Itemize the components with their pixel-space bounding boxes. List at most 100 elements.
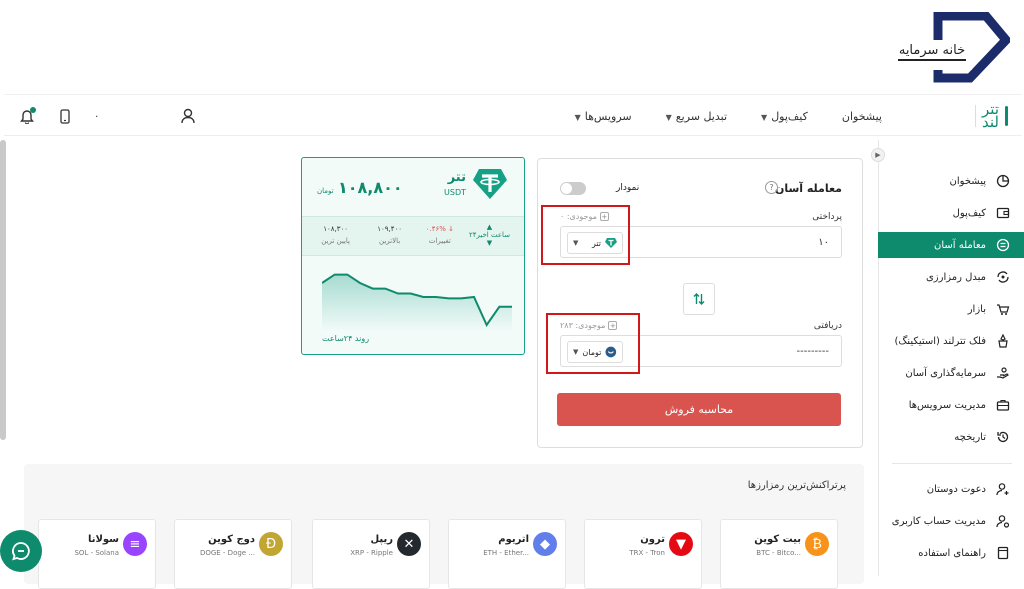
chart-toggle-switch[interactable] [560,182,586,195]
chat-icon [12,542,30,561]
calculate-sell-button[interactable]: محاسبه فروش [557,393,841,426]
usdt-price-card: تتر USDT ۱۰۸,۸۰۰ تومان ▲ ۲۴ساعت اخیر ▼ ۰… [301,157,525,355]
exchange-icon [996,238,1010,252]
coin-name: اتریوم [498,534,529,545]
count-badge: ۰ [94,110,100,122]
coin-logo-icon: ✕ [397,532,421,556]
coin-name: ریپل [370,534,393,545]
mobile-icon[interactable] [56,107,74,125]
low-stat: ۱۰۸,۳۰۰ پایین ترین [321,225,350,245]
converter-icon [997,271,1009,283]
coin-logo-icon: Ð [259,532,283,556]
sidebar-collapse-toggle[interactable]: ▶ [871,148,885,162]
chart-pie-icon [996,174,1010,188]
swap-button[interactable] [683,283,715,315]
high-value: ۱۰۹,۴۰۰ [377,225,402,233]
sidebar-item-staking[interactable]: فلک تترلند (استیکینگ) [878,328,1024,354]
book-icon [997,546,1009,560]
chart-toggle-label: نمودار [616,183,640,193]
nav-services[interactable]: سرویس‌ها▼ [575,110,632,123]
change-value: ۰.۴۶% [425,225,446,233]
top-navigation-bar: تتر لند پیشخوان کیف‌پول▼ تبدیل سریع▼ سرو… [4,94,1022,136]
brand-name-line2: لند [982,113,999,131]
user-settings-icon [996,515,1010,528]
sidebar-item-services[interactable]: مدیریت سرویس‌ها [878,392,1024,418]
coin-logo-icon: ≡ [123,532,147,556]
period-selector[interactable]: ▲ ۲۴ساعت اخیر ▼ [469,223,510,247]
sidebar-item-label: معامله آسان [934,239,986,251]
coin-symbol: ETH - Ether... [483,549,529,557]
sidebar-divider [892,463,1012,464]
sidebar-item-label: فلک تترلند (استیکینگ) [894,335,986,347]
sidebar-item-label: سرمایه‌گذاری آسان [905,367,986,379]
history-icon [997,431,1009,443]
receive-amount-value: --------- [796,346,829,357]
change-label: تغییرات [428,237,451,245]
popular-coins-title: پرتراکنش‌ترین رمزارزها [747,480,846,491]
wallet-icon [996,207,1010,219]
tetherland-brand[interactable]: تتر لند [963,101,1008,131]
coin-name: دوج کوین [208,534,255,545]
nav-dashboard[interactable]: پیشخوان [842,110,882,123]
coin-logo-icon: ▼ [669,532,693,556]
sidebar-item-guide[interactable]: راهنمای استفاده [878,540,1024,566]
nav-quick-convert[interactable]: تبدیل سریع▼ [666,110,727,123]
brand-bar-icon [1005,106,1008,126]
trend-label: روند ۲۴ساعت [322,334,370,343]
coin-name: تتر [447,170,466,185]
coin-card[interactable]: ▼ ترون TRX - Tron [584,519,702,589]
chevron-down-icon: ▼ [761,112,768,122]
sidebar-item-invite-friends[interactable]: دعوت دوستان [878,476,1024,502]
help-icon[interactable]: ? [765,181,778,194]
high-label: بالاترین [379,237,401,245]
svg-text:خانه سرمایه: خانه سرمایه [899,43,965,58]
price-unit: تومان [317,187,334,195]
sidebar-item-dashboard[interactable]: پیشخوان [878,168,1024,194]
coin-name: بیت کوین [754,534,801,545]
main-nav: پیشخوان کیف‌پول▼ تبدیل سریع▼ سرویس‌ها▼ [575,95,882,137]
bell-icon[interactable] [18,107,36,125]
sidebar-item-converter[interactable]: مبدل رمزارزی [878,264,1024,290]
sidebar-item-easy-invest[interactable]: سرمایه‌گذاری آسان [878,360,1024,386]
popular-coins-section: پرتراکنش‌ترین رمزارزها ₿ بیت کوین BTC - Bi… [24,464,864,589]
coin-card[interactable]: Ð دوج کوین DOGE - Doge ... [174,519,292,589]
coin-card[interactable]: ◆ اتریوم ETH - Ether... [448,519,566,589]
sidebar-item-easy-trade[interactable]: معامله آسان [878,232,1024,258]
user-icon[interactable] [179,107,197,125]
nav-wallet[interactable]: کیف‌پول▼ [761,110,808,123]
change-stat: ۰.۴۶% ↓ تغییرات [426,225,454,245]
coin-logo-icon: ₿ [805,532,829,556]
coin-card[interactable]: ✕ ریپل XRP - Ripple [312,519,430,589]
sidebar-item-account-settings[interactable]: مدیریت حساب کاربری [878,508,1024,534]
sidebar-item-label: پیشخوان [949,175,986,187]
sidebar-item-wallet[interactable]: کیف‌پول [878,200,1024,226]
staking-icon [998,334,1008,348]
sidebar-item-history[interactable]: تاریخچه [878,424,1024,450]
support-chat-button[interactable] [0,530,42,572]
sidebar-item-label: تاریخچه [954,431,986,443]
coin-name: سولانا [87,534,119,545]
receive-label: دریافتی [813,321,842,331]
khaneh-sarmayeh-logo: خانه سرمایه [892,11,1013,86]
coin-card[interactable]: ≡ سولانا SOL - Solana [38,519,156,589]
coin-price: ۱۰۸,۸۰۰ [338,178,403,197]
sidebar-item-label: راهنمای استفاده [918,547,986,559]
highlight-box-receive [546,313,640,374]
arrow-down-icon: ↓ [448,225,454,233]
chevron-down-icon: ▼ [665,112,672,122]
sidebar-item-label: مدیریت حساب کاربری [891,515,986,527]
sidebar-item-label: مدیریت سرویس‌ها [908,399,986,411]
coin-logo-icon: ◆ [533,532,557,556]
user-add-icon [996,483,1009,496]
page-scrollbar[interactable] [0,140,6,440]
coin-symbol: USDT [444,188,466,197]
sidebar-item-market[interactable]: بازار [878,296,1024,322]
coin-symbol: SOL - Solana [74,549,119,557]
coin-name: ترون [640,534,665,545]
market-icon [997,304,1010,315]
coin-card[interactable]: ₿ بیت کوین BTC - Bitco... [720,519,838,589]
trend-sparkline [322,273,512,332]
coin-symbol: DOGE - Doge ... [199,549,255,557]
coin-symbol: XRP - Ripple [350,549,393,557]
briefcase-icon [996,399,1010,411]
